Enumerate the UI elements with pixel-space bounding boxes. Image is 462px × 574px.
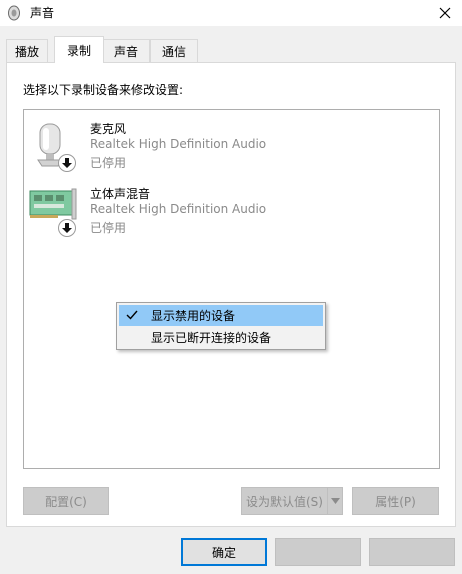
close-button[interactable] — [428, 0, 462, 26]
device-list[interactable]: 麦克风 Realtek High Definition Audio 已停用 立体… — [23, 109, 440, 469]
window-title: 声音 — [30, 6, 55, 20]
instruction-text: 选择以下录制设备来修改设置: — [23, 83, 184, 97]
cancel-button[interactable] — [275, 538, 361, 566]
tab-sounds[interactable]: 声音 — [102, 39, 150, 62]
chevron-down-icon — [330, 498, 340, 504]
menu-item-show-disconnected[interactable]: 显示已断开连接的设备 — [119, 327, 323, 348]
menu-item-show-disabled[interactable]: 显示禁用的设备 — [119, 305, 323, 326]
set-default-button[interactable]: 设为默认值(S) — [241, 487, 328, 515]
tab-communications[interactable]: 通信 — [150, 39, 198, 62]
device-driver: Realtek High Definition Audio — [90, 137, 267, 151]
apply-button[interactable] — [369, 538, 455, 566]
context-menu: 显示禁用的设备 显示已断开连接的设备 — [116, 302, 326, 350]
properties-button[interactable]: 属性(P) — [352, 487, 439, 515]
down-arrow-icon — [58, 219, 76, 237]
speaker-icon — [7, 5, 21, 21]
device-status: 已停用 — [90, 221, 127, 235]
device-item-microphone[interactable]: 麦克风 Realtek High Definition Audio 已停用 — [28, 116, 428, 176]
device-driver: Realtek High Definition Audio — [90, 202, 267, 216]
title-bar: 声音 — [0, 0, 462, 26]
close-icon — [439, 7, 451, 19]
device-name: 立体声混音 — [90, 187, 151, 201]
configure-button[interactable]: 配置(C) — [23, 487, 109, 515]
set-default-dropdown[interactable] — [327, 487, 343, 515]
device-item-stereo-mix[interactable]: 立体声混音 Realtek High Definition Audio 已停用 — [28, 181, 428, 241]
tab-recording[interactable]: 录制 — [54, 36, 104, 63]
menu-item-label: 显示已断开连接的设备 — [151, 331, 272, 345]
recording-panel: 选择以下录制设备来修改设置: 麦克风 Realtek High Definiti… — [6, 62, 456, 527]
down-arrow-icon — [58, 154, 76, 172]
tab-strip: 播放 录制 声音 通信 — [0, 36, 462, 63]
checkmark-icon — [125, 308, 139, 322]
device-status: 已停用 — [90, 156, 127, 170]
ok-button[interactable]: 确定 — [181, 538, 267, 566]
tab-playback[interactable]: 播放 — [6, 39, 48, 62]
menu-item-label: 显示禁用的设备 — [151, 309, 236, 323]
device-name: 麦克风 — [90, 122, 127, 136]
